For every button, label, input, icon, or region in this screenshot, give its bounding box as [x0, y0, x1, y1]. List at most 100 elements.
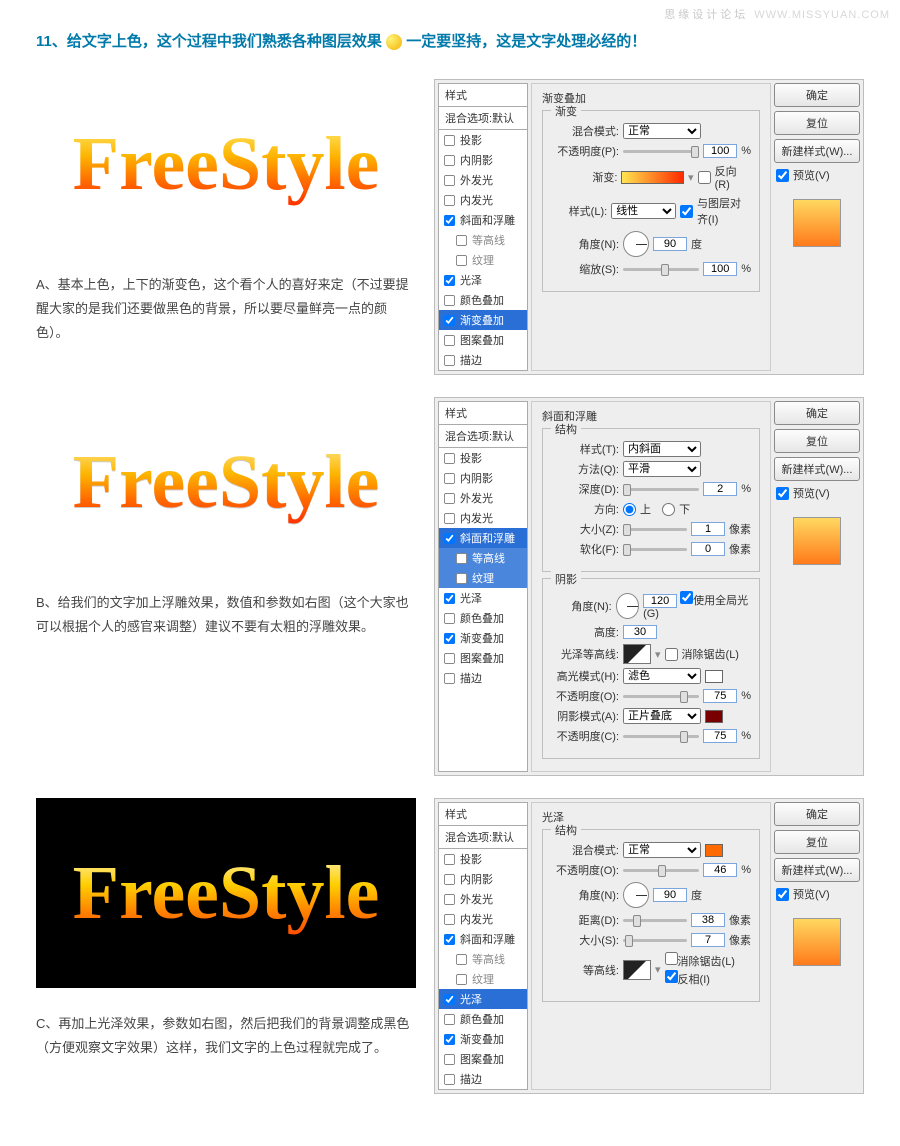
- distance-field[interactable]: [691, 913, 725, 927]
- style-outer-glow[interactable]: 外发光: [439, 488, 527, 508]
- global-light-cb[interactable]: [680, 591, 693, 604]
- style-satin[interactable]: 光泽: [439, 588, 527, 608]
- style-color-overlay[interactable]: 颜色叠加: [439, 1009, 527, 1029]
- hi-opacity-field[interactable]: [703, 689, 737, 703]
- style-satin[interactable]: 光泽: [439, 270, 527, 290]
- style-contour[interactable]: 等高线: [439, 548, 527, 568]
- reset-button[interactable]: 复位: [774, 111, 860, 135]
- hi-opacity-slider[interactable]: [623, 695, 699, 698]
- style-inner-shadow[interactable]: 内阴影: [439, 150, 527, 170]
- scale-slider[interactable]: [623, 268, 699, 271]
- style-drop-shadow[interactable]: 投影: [439, 130, 527, 150]
- angle-field-c[interactable]: [653, 888, 687, 902]
- style-drop-shadow[interactable]: 投影: [439, 448, 527, 468]
- blend-options-header[interactable]: 混合选项:默认: [438, 107, 528, 130]
- opacity-field-c[interactable]: [703, 863, 737, 877]
- align-cb[interactable]: [680, 205, 693, 218]
- style-stroke[interactable]: 描边: [439, 350, 527, 370]
- sh-color[interactable]: [705, 710, 723, 723]
- ok-button[interactable]: 确定: [774, 802, 860, 826]
- style-outer-glow[interactable]: 外发光: [439, 170, 527, 190]
- preview-cb[interactable]: [776, 888, 789, 901]
- style-gradient-overlay[interactable]: 渐变叠加: [439, 1029, 527, 1049]
- dir-down-radio[interactable]: [662, 503, 675, 516]
- cb-pattern-overlay[interactable]: [444, 334, 455, 345]
- opacity-field[interactable]: [703, 144, 737, 158]
- opacity-slider-c[interactable]: [623, 869, 699, 872]
- cb-bevel[interactable]: [444, 214, 455, 225]
- new-style-button[interactable]: 新建样式(W)...: [774, 139, 860, 163]
- dir-up-radio[interactable]: [623, 503, 636, 516]
- style-satin[interactable]: 光泽: [439, 989, 527, 1009]
- cb-stroke[interactable]: [444, 354, 455, 365]
- invert-cb[interactable]: [665, 970, 678, 983]
- style-bevel[interactable]: 斜面和浮雕: [439, 929, 527, 949]
- style-pattern-overlay[interactable]: 图案叠加: [439, 330, 527, 350]
- ok-button[interactable]: 确定: [774, 83, 860, 107]
- size-slider-c[interactable]: [623, 939, 687, 942]
- new-style-button[interactable]: 新建样式(W)...: [774, 457, 860, 481]
- technique-select[interactable]: 平滑: [623, 461, 701, 477]
- soften-slider[interactable]: [623, 548, 687, 551]
- cb-texture[interactable]: [456, 254, 467, 265]
- angle-dial-b[interactable]: [616, 593, 639, 619]
- cb-color-overlay[interactable]: [444, 294, 455, 305]
- style-inner-shadow[interactable]: 内阴影: [439, 869, 527, 889]
- style-gradient-overlay[interactable]: 渐变叠加: [439, 310, 527, 330]
- antialias-cb-c[interactable]: [665, 952, 678, 965]
- highlight-mode[interactable]: 滤色: [623, 668, 701, 684]
- hi-color[interactable]: [705, 670, 723, 683]
- style-gradient-overlay[interactable]: 渐变叠加: [439, 628, 527, 648]
- style-pattern-overlay[interactable]: 图案叠加: [439, 1049, 527, 1069]
- cb-gradient-overlay[interactable]: [444, 314, 455, 325]
- style-bevel[interactable]: 斜面和浮雕: [439, 210, 527, 230]
- antialias-cb[interactable]: [665, 648, 678, 661]
- preview-cb[interactable]: [776, 169, 789, 182]
- satin-color[interactable]: [705, 844, 723, 857]
- preview-cb[interactable]: [776, 487, 789, 500]
- angle-dial-c[interactable]: [623, 882, 649, 908]
- angle-field[interactable]: [643, 594, 677, 608]
- style-texture[interactable]: 纹理: [439, 250, 527, 270]
- bevel-style-select[interactable]: 内斜面: [623, 441, 701, 457]
- angle-dial[interactable]: [623, 231, 649, 257]
- style-drop-shadow[interactable]: 投影: [439, 849, 527, 869]
- style-contour[interactable]: 等高线: [439, 230, 527, 250]
- style-stroke[interactable]: 描边: [439, 1069, 527, 1089]
- size-slider[interactable]: [623, 528, 687, 531]
- sh-opacity-field[interactable]: [703, 729, 737, 743]
- blendmode-select[interactable]: 正常: [623, 123, 701, 139]
- style-texture[interactable]: 纹理: [439, 969, 527, 989]
- size-field-c[interactable]: [691, 933, 725, 947]
- distance-slider[interactable]: [623, 919, 687, 922]
- altitude-field[interactable]: [623, 625, 657, 639]
- style-color-overlay[interactable]: 颜色叠加: [439, 608, 527, 628]
- cb-inner-shadow[interactable]: [444, 154, 455, 165]
- cb-drop-shadow[interactable]: [444, 134, 455, 145]
- gradient-swatch[interactable]: [621, 171, 684, 184]
- reset-button[interactable]: 复位: [774, 830, 860, 854]
- style-inner-glow[interactable]: 内发光: [439, 909, 527, 929]
- cb-satin[interactable]: [444, 274, 455, 285]
- reverse-cb[interactable]: [698, 171, 711, 184]
- depth-field[interactable]: [703, 482, 737, 496]
- cb-contour[interactable]: [456, 234, 467, 245]
- style-contour[interactable]: 等高线: [439, 949, 527, 969]
- style-inner-glow[interactable]: 内发光: [439, 508, 527, 528]
- sh-opacity-slider[interactable]: [623, 735, 699, 738]
- reset-button[interactable]: 复位: [774, 429, 860, 453]
- size-field[interactable]: [691, 522, 725, 536]
- style-inner-glow[interactable]: 内发光: [439, 190, 527, 210]
- gloss-contour[interactable]: [623, 644, 651, 664]
- style-color-overlay[interactable]: 颜色叠加: [439, 290, 527, 310]
- opacity-slider[interactable]: [623, 150, 699, 153]
- gradient-style-select[interactable]: 线性: [611, 203, 676, 219]
- style-pattern-overlay[interactable]: 图案叠加: [439, 648, 527, 668]
- new-style-button[interactable]: 新建样式(W)...: [774, 858, 860, 882]
- contour-picker[interactable]: [623, 960, 651, 980]
- cb-outer-glow[interactable]: [444, 174, 455, 185]
- style-outer-glow[interactable]: 外发光: [439, 889, 527, 909]
- soften-field[interactable]: [691, 542, 725, 556]
- shadow-mode[interactable]: 正片叠底: [623, 708, 701, 724]
- angle-field[interactable]: [653, 237, 687, 251]
